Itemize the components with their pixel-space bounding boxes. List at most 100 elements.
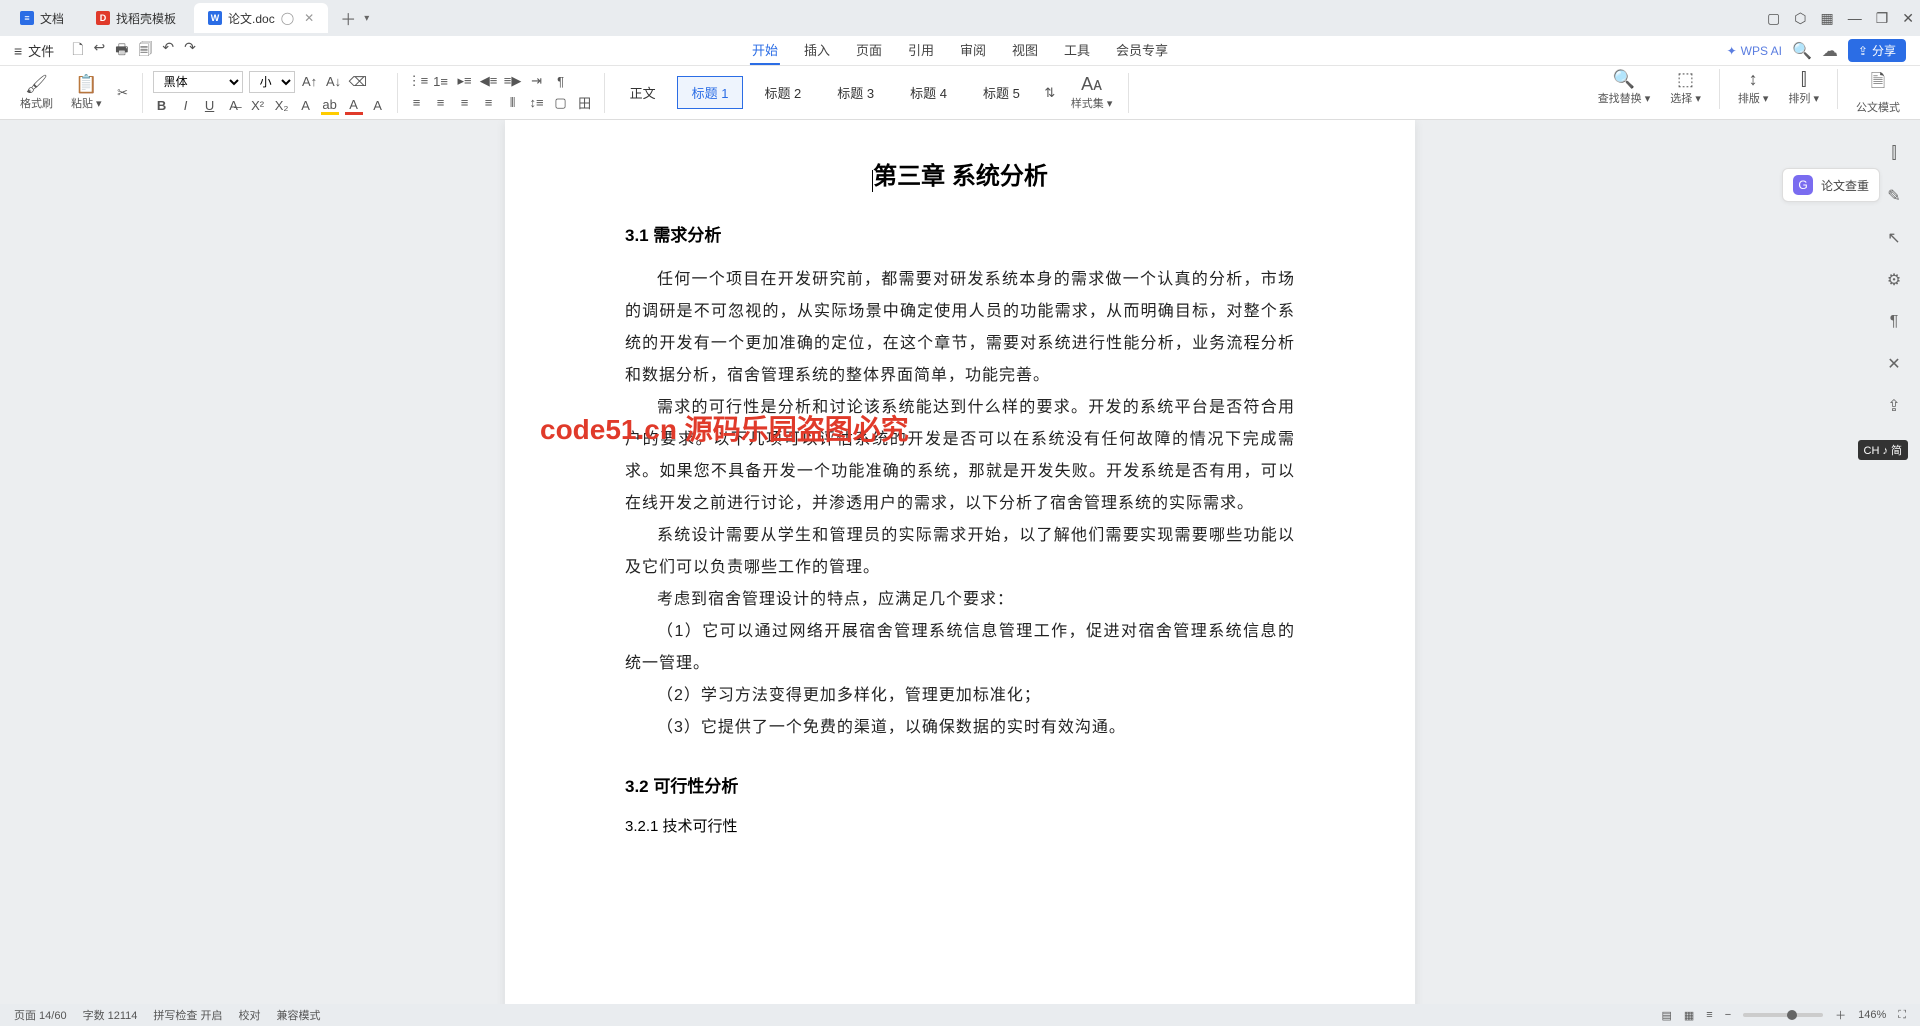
align-left-icon[interactable]: ≡ — [408, 95, 426, 110]
arrange-button[interactable]: ⫿排列 ▾ — [1782, 69, 1825, 115]
grid-icon[interactable]: ▦ — [1820, 10, 1833, 27]
minimize-button[interactable]: — — [1848, 10, 1862, 26]
proofing-status[interactable]: 校对 — [238, 1007, 260, 1023]
zoom-out-icon[interactable]: − — [1725, 1009, 1731, 1021]
style-set-button[interactable]: Aᴀ样式集 ▾ — [1065, 74, 1119, 111]
style-heading5[interactable]: 标题 5 — [968, 76, 1035, 109]
italic-icon[interactable]: I — [177, 98, 195, 113]
zoom-level[interactable]: 146% — [1858, 1009, 1886, 1021]
highlight-icon[interactable]: ab — [321, 97, 339, 115]
tab-start[interactable]: 开始 — [750, 36, 780, 65]
increase-indent-icon[interactable]: ≡▶ — [504, 73, 522, 89]
font-size-select[interactable]: 小三 — [249, 71, 295, 93]
cloud-icon[interactable]: ☁ — [1822, 41, 1838, 61]
tab-insert[interactable]: 插入 — [802, 36, 832, 65]
char-shading-icon[interactable]: A — [369, 98, 387, 113]
tab-page[interactable]: 页面 — [854, 36, 884, 65]
align-right-icon[interactable]: ≡ — [456, 95, 474, 110]
fullscreen-icon[interactable]: ⛶ — [1898, 1009, 1906, 1022]
bold-icon[interactable]: B — [153, 98, 171, 113]
decrease-indent-icon[interactable]: ◀≡ — [480, 73, 498, 89]
distribute-icon[interactable]: ⫴ — [504, 95, 522, 111]
align-justify-icon[interactable]: ≡ — [480, 95, 498, 110]
tab-vip[interactable]: 会员专享 — [1114, 36, 1170, 65]
close-window-button[interactable]: ✕ — [1902, 10, 1914, 27]
select-button[interactable]: ⬚选择 ▾ — [1664, 69, 1707, 115]
tab-review[interactable]: 审阅 — [958, 36, 988, 65]
spellcheck-status[interactable]: 拼写检查 开启 — [153, 1007, 222, 1023]
underline-icon[interactable]: U — [201, 98, 219, 113]
new-tab-button[interactable]: ＋ — [332, 6, 364, 30]
tab-view[interactable]: 视图 — [1010, 36, 1040, 65]
redo-icon[interactable]: ↷ — [184, 39, 196, 63]
view-outline-icon[interactable]: ≡ — [1706, 1009, 1712, 1021]
format-painter-button[interactable]: 🖌格式刷 — [14, 74, 59, 111]
view-web-icon[interactable]: ▦ — [1684, 1009, 1694, 1022]
pencil-icon[interactable]: ✎ — [1880, 182, 1908, 210]
maximize-button[interactable]: ❐ — [1876, 10, 1889, 27]
tools-icon[interactable]: ✕ — [1880, 350, 1908, 378]
tab-list-button[interactable]: ▾ — [364, 13, 369, 24]
tab-template[interactable]: D找稻壳模板 — [82, 3, 190, 33]
cut-icon[interactable]: ✂ — [114, 85, 132, 101]
open-icon[interactable]: ↩ — [93, 39, 105, 63]
zoom-in-icon[interactable]: ＋ — [1835, 1007, 1846, 1023]
zoom-slider[interactable] — [1743, 1013, 1823, 1017]
print-icon[interactable]: 🖶 — [115, 39, 128, 63]
font-name-select[interactable]: 黑体 — [153, 71, 243, 93]
style-body[interactable]: 正文 — [615, 76, 671, 109]
document-page[interactable]: 第三章 系统分析 3.1 需求分析 任何一个项目在开发研究前，都需要对研发系统本… — [505, 120, 1415, 1004]
paragraph-icon[interactable]: ¶ — [1880, 308, 1908, 336]
close-icon[interactable]: ✕ — [304, 11, 314, 25]
tab-stops-icon[interactable]: ⇥ — [528, 73, 546, 89]
new-doc-icon[interactable]: 🗋 — [72, 39, 83, 63]
save-icon[interactable]: 🗐 — [138, 39, 152, 63]
share-button[interactable]: ⇪分享 — [1848, 39, 1906, 62]
window-mode-icon[interactable]: ▢ — [1767, 10, 1780, 27]
gov-mode-button[interactable]: 🗎公文模式 — [1850, 69, 1906, 115]
sort-button[interactable]: ↕排版 ▾ — [1732, 69, 1775, 115]
share-side-icon[interactable]: ⇪ — [1880, 392, 1908, 420]
strike-icon[interactable]: A̶ — [225, 98, 243, 113]
word-count[interactable]: 字数 12114 — [83, 1007, 138, 1023]
find-replace-button[interactable]: 🔍查找替换 ▾ — [1592, 69, 1657, 115]
tab-reference[interactable]: 引用 — [906, 36, 936, 65]
cursor-icon[interactable]: ↖ — [1880, 224, 1908, 252]
style-heading3[interactable]: 标题 3 — [822, 76, 889, 109]
paste-button[interactable]: 📋粘贴 ▾ — [65, 74, 108, 111]
wps-ai-button[interactable]: ✦WPS AI — [1727, 44, 1782, 58]
settings-icon[interactable]: ⚙ — [1880, 266, 1908, 294]
tab-docs[interactable]: ≡文档 — [6, 3, 78, 33]
multilevel-list-icon[interactable]: ▸≡ — [456, 73, 474, 89]
nav-pane-icon[interactable]: ⫿ — [1880, 140, 1908, 168]
shrink-font-icon[interactable]: A↓ — [325, 74, 343, 89]
hamburger-icon[interactable]: ≡ — [14, 43, 22, 59]
tab-thesis[interactable]: W论文.doc◯✕ — [194, 3, 328, 33]
line-spacing-icon[interactable]: ↕≡ — [528, 95, 546, 110]
search-icon[interactable]: 🔍 — [1792, 41, 1812, 61]
style-heading4[interactable]: 标题 4 — [895, 76, 962, 109]
undo-icon[interactable]: ↶ — [162, 39, 174, 63]
number-list-icon[interactable]: 1≡ — [432, 74, 450, 89]
view-print-icon[interactable]: ▤ — [1661, 1009, 1671, 1022]
style-more-icon[interactable]: ⇅ — [1041, 85, 1059, 101]
text-effects-icon[interactable]: A — [297, 98, 315, 113]
bullet-list-icon[interactable]: ⋮≡ — [408, 73, 426, 89]
subscript-icon[interactable]: X₂ — [273, 98, 291, 113]
superscript-icon[interactable]: X² — [249, 98, 267, 113]
font-color-icon[interactable]: A — [345, 97, 363, 115]
style-heading1[interactable]: 标题 1 — [677, 76, 744, 109]
align-center-icon[interactable]: ≡ — [432, 95, 450, 110]
tab-tools[interactable]: 工具 — [1062, 36, 1092, 65]
cube-icon[interactable]: ⬡ — [1794, 10, 1806, 27]
file-menu[interactable]: 文件 — [28, 41, 54, 60]
page-indicator[interactable]: 页面 14/60 — [14, 1007, 67, 1023]
tab-menu-icon[interactable]: ◯ — [281, 11, 294, 25]
grow-font-icon[interactable]: A↑ — [301, 74, 319, 89]
clear-format-icon[interactable]: ⌫ — [349, 74, 367, 90]
style-heading2[interactable]: 标题 2 — [749, 76, 816, 109]
borders-icon[interactable]: 田 — [576, 93, 594, 112]
shading-icon[interactable]: ▢ — [552, 95, 570, 111]
show-marks-icon[interactable]: ¶ — [552, 74, 570, 89]
document-viewport[interactable]: 第三章 系统分析 3.1 需求分析 任何一个项目在开发研究前，都需要对研发系统本… — [0, 120, 1920, 1004]
